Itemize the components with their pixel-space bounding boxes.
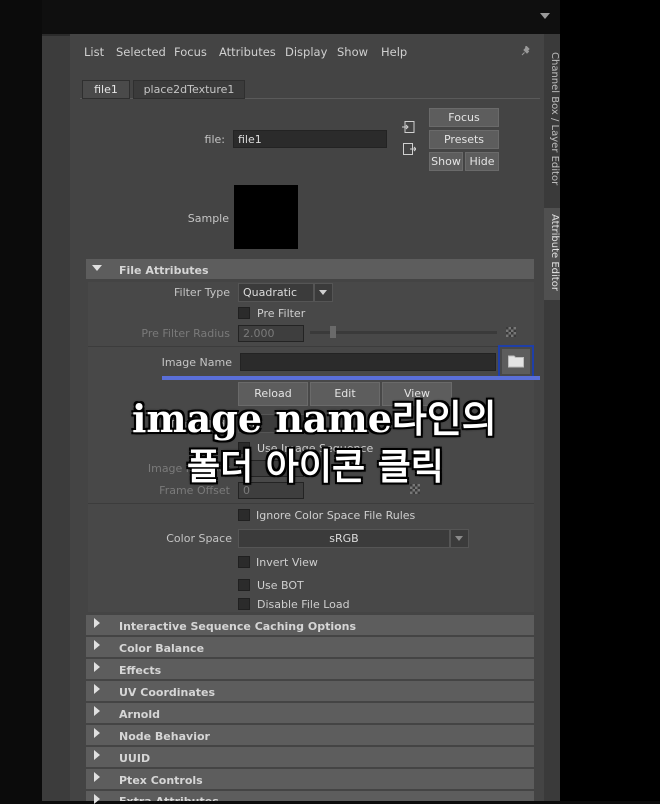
collapsed-arrow-icon[interactable] — [94, 794, 100, 804]
file-attributes-title: File Attributes — [119, 264, 209, 277]
collapsed-arrow-icon[interactable] — [94, 684, 100, 694]
ignore-color-space-checkbox[interactable] — [238, 509, 250, 521]
image-name-field[interactable] — [240, 353, 496, 371]
use-bot-label: Use BOT — [257, 579, 304, 592]
focus-button[interactable]: Focus — [429, 108, 499, 127]
top-bar — [42, 0, 560, 34]
highlight-underline — [162, 376, 540, 380]
collapsed-arrow-icon[interactable] — [94, 662, 100, 672]
collapsed-arrow-icon[interactable] — [94, 728, 100, 738]
section-title: Node Behavior — [119, 730, 210, 743]
section-uuid[interactable] — [86, 747, 534, 767]
pre-filter-checkbox[interactable] — [238, 307, 250, 319]
pre-filter-radius-label: Pre Filter Radius — [141, 327, 230, 340]
invert-view-checkbox[interactable] — [238, 556, 250, 568]
section-title: Extra Attributes — [119, 795, 219, 801]
folder-icon — [508, 355, 524, 368]
collapsed-arrow-icon[interactable] — [94, 640, 100, 650]
tab-file1[interactable]: file1 — [82, 80, 130, 99]
divider — [88, 503, 534, 504]
pin-icon[interactable] — [521, 46, 531, 56]
filter-type-dropdown[interactable] — [314, 283, 333, 302]
section-title: UV Coordinates — [119, 686, 216, 699]
map-texture-icon — [506, 327, 516, 337]
pre-filter-radius-field: 2.000 — [238, 325, 304, 342]
color-space-label: Color Space — [166, 532, 232, 545]
pre-filter-radius-slider-handle — [330, 326, 336, 338]
menu-selected[interactable]: Selected — [116, 45, 166, 59]
presets-button[interactable]: Presets — [429, 130, 499, 149]
image-name-label: Image Name — [161, 356, 232, 369]
menu-attributes[interactable]: Attributes — [219, 45, 276, 59]
caption-line-1: image name라인의 — [132, 396, 497, 441]
color-space-dropdown[interactable] — [450, 529, 469, 548]
tab-place2dtexture1[interactable]: place2dTexture1 — [133, 80, 245, 99]
invert-view-label: Invert View — [256, 556, 318, 569]
output-connection-icon[interactable] — [402, 142, 416, 156]
menu-show[interactable]: Show — [337, 45, 368, 59]
section-title: Ptex Controls — [119, 774, 203, 787]
hide-button[interactable]: Hide — [465, 152, 499, 171]
disable-file-load-checkbox[interactable] — [238, 598, 250, 610]
collapse-arrow-icon[interactable] — [540, 13, 550, 19]
use-bot-checkbox[interactable] — [238, 579, 250, 591]
show-button[interactable]: Show — [429, 152, 463, 171]
expanded-arrow-icon[interactable] — [92, 265, 102, 271]
collapsed-arrow-icon[interactable] — [94, 618, 100, 628]
collapsed-arrow-icon[interactable] — [94, 750, 100, 760]
chevron-down-icon — [319, 290, 327, 295]
pre-filter-label: Pre Filter — [257, 307, 306, 320]
menu-focus[interactable]: Focus — [174, 45, 207, 59]
filter-type-label: Filter Type — [173, 286, 230, 299]
side-tab-channel-box[interactable]: Channel Box / Layer Editor — [544, 52, 560, 185]
caption-line-2: 폴더 아이콘 클릭 — [187, 447, 444, 488]
left-panel-edge — [42, 34, 70, 36]
node-name-field[interactable]: file1 — [233, 130, 387, 148]
menu-list[interactable]: List — [84, 45, 104, 59]
section-title: Interactive Sequence Caching Options — [119, 620, 357, 633]
divider — [88, 346, 534, 347]
left-panel — [42, 34, 71, 801]
background-margin — [560, 0, 660, 801]
side-tab-attribute-editor[interactable]: Attribute Editor — [544, 214, 560, 291]
sample-label: Sample — [187, 212, 229, 225]
chevron-down-icon — [455, 536, 463, 541]
node-name-label: file: — [204, 133, 225, 146]
section-title: Effects — [119, 664, 162, 677]
pre-filter-radius-slider-track — [310, 331, 497, 334]
color-space-select[interactable]: sRGB — [238, 529, 450, 548]
disable-file-load-label: Disable File Load — [257, 598, 350, 611]
section-title: Arnold — [119, 708, 160, 721]
folder-button[interactable] — [502, 349, 530, 374]
collapsed-arrow-icon[interactable] — [94, 706, 100, 716]
collapsed-arrow-icon[interactable] — [94, 772, 100, 782]
ignore-color-space-label: Ignore Color Space File Rules — [256, 509, 416, 522]
sample-swatch — [234, 185, 298, 249]
menu-help[interactable]: Help — [381, 45, 407, 59]
menu-display[interactable]: Display — [285, 45, 327, 59]
section-title: UUID — [119, 752, 151, 765]
filter-type-select[interactable]: Quadratic — [238, 283, 314, 302]
section-title: Color Balance — [119, 642, 205, 655]
input-connection-icon[interactable] — [402, 120, 416, 134]
